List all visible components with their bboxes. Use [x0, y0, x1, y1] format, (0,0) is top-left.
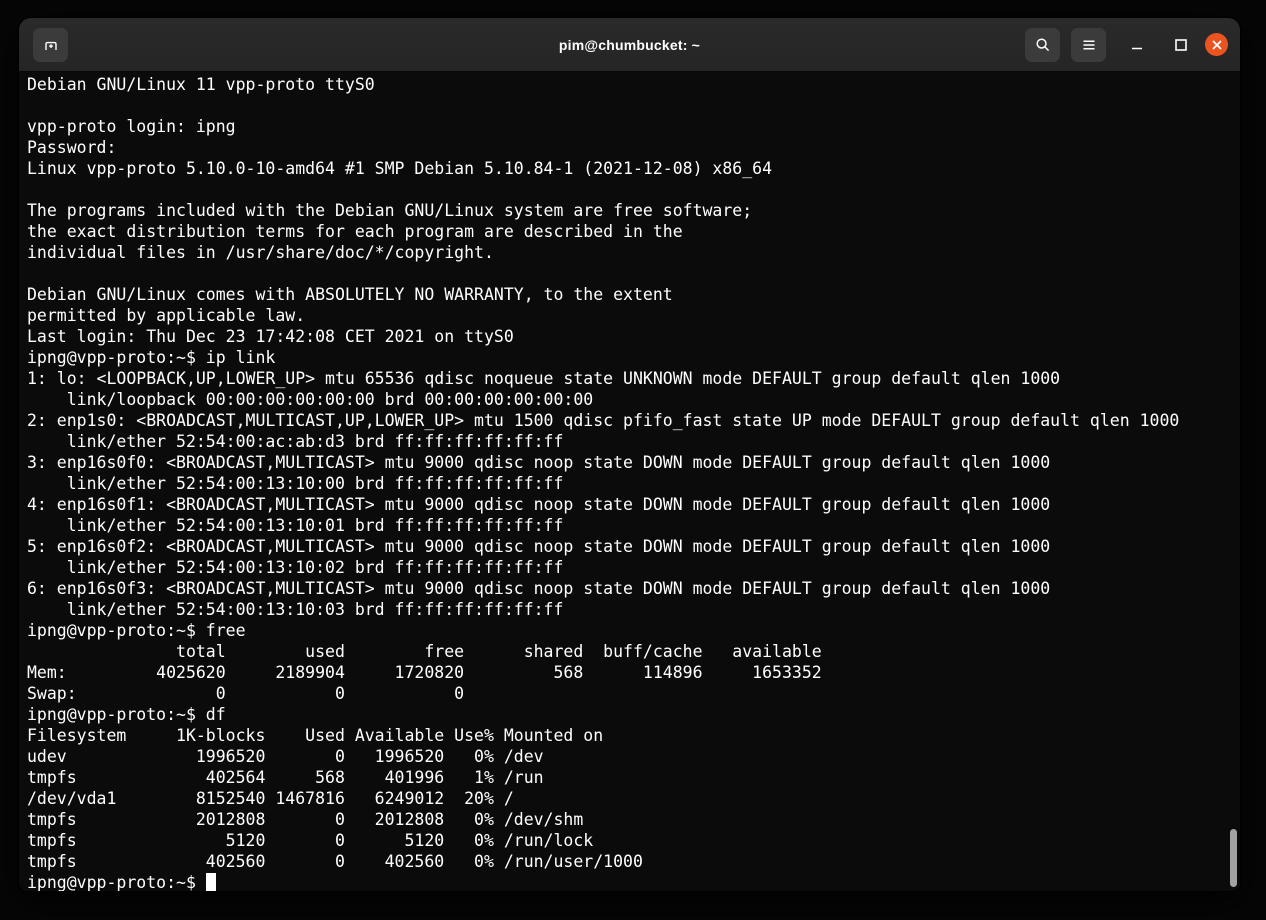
maximize-button[interactable]: [1168, 28, 1194, 62]
terminal-line: tmpfs 402564 568 401996 1% /run: [27, 767, 1240, 788]
terminal-line: udev 1996520 0 1996520 0% /dev: [27, 746, 1240, 767]
terminal-line: tmpfs 402560 0 402560 0% /run/user/1000: [27, 851, 1240, 872]
titlebar: pim@chumbucket: ~: [19, 18, 1240, 72]
terminal-line: 4: enp16s0f1: <BROADCAST,MULTICAST> mtu …: [27, 494, 1240, 515]
square-icon: [1173, 37, 1189, 53]
dash-icon: [1129, 37, 1145, 53]
terminal-line: Linux vpp-proto 5.10.0-10-amd64 #1 SMP D…: [27, 158, 1240, 179]
close-button[interactable]: [1205, 33, 1228, 56]
terminal-line: 6: enp16s0f3: <BROADCAST,MULTICAST> mtu …: [27, 578, 1240, 599]
hamburger-icon: [1080, 36, 1098, 54]
search-button[interactable]: [1025, 28, 1060, 62]
x-icon: [1205, 33, 1228, 56]
terminal-screen[interactable]: Debian GNU/Linux 11 vpp-proto ttyS0 vpp-p…: [19, 72, 1240, 891]
terminal-line: Mem: 4025620 2189904 1720820 568 114896 …: [27, 662, 1240, 683]
titlebar-controls: [1025, 18, 1228, 71]
terminal-line: the exact distribution terms for each pr…: [27, 221, 1240, 242]
terminal-line: individual files in /usr/share/doc/*/cop…: [27, 242, 1240, 263]
terminal-window: pim@chumbucket: ~: [19, 18, 1240, 891]
terminal-line: 3: enp16s0f0: <BROADCAST,MULTICAST> mtu …: [27, 452, 1240, 473]
terminal-line: link/ether 52:54:00:13:10:01 brd ff:ff:f…: [27, 515, 1240, 536]
terminal-line: ipng@vpp-proto:~$ df: [27, 704, 1240, 725]
terminal-line: link/ether 52:54:00:ac:ab:d3 brd ff:ff:f…: [27, 431, 1240, 452]
terminal-line: Debian GNU/Linux comes with ABSOLUTELY N…: [27, 284, 1240, 305]
terminal-line: Filesystem 1K-blocks Used Available Use%…: [27, 725, 1240, 746]
terminal-line: 5: enp16s0f2: <BROADCAST,MULTICAST> mtu …: [27, 536, 1240, 557]
terminal-line: 2: enp1s0: <BROADCAST,MULTICAST,UP,LOWER…: [27, 410, 1240, 431]
terminal-line: tmpfs 2012808 0 2012808 0% /dev/shm: [27, 809, 1240, 830]
new-tab-button[interactable]: [33, 28, 68, 62]
terminal-line: [27, 179, 1240, 200]
terminal-line: link/loopback 00:00:00:00:00:00 brd 00:0…: [27, 389, 1240, 410]
terminal-line: ipng@vpp-proto:~$: [27, 872, 1240, 891]
terminal-line: vpp-proto login: ipng: [27, 116, 1240, 137]
terminal-line: link/ether 52:54:00:13:10:03 brd ff:ff:f…: [27, 599, 1240, 620]
terminal-line: [27, 263, 1240, 284]
cursor: [206, 873, 216, 892]
terminal-line: [27, 95, 1240, 116]
scrollbar-thumb[interactable]: [1230, 829, 1237, 887]
menu-button[interactable]: [1071, 28, 1106, 62]
terminal-line: 1: lo: <LOOPBACK,UP,LOWER_UP> mtu 65536 …: [27, 368, 1240, 389]
terminal-output: Debian GNU/Linux 11 vpp-proto ttyS0 vpp-p…: [27, 74, 1240, 891]
magnifier-icon: [1034, 36, 1052, 54]
minimize-button[interactable]: [1124, 28, 1150, 62]
terminal-line: Password:: [27, 137, 1240, 158]
terminal-line: permitted by applicable law.: [27, 305, 1240, 326]
terminal-line: link/ether 52:54:00:13:10:02 brd ff:ff:f…: [27, 557, 1240, 578]
terminal-line: The programs included with the Debian GN…: [27, 200, 1240, 221]
terminal-line: Swap: 0 0 0: [27, 683, 1240, 704]
terminal-line: total used free shared buff/cache availa…: [27, 641, 1240, 662]
terminal-line: link/ether 52:54:00:13:10:00 brd ff:ff:f…: [27, 473, 1240, 494]
terminal-line: /dev/vda1 8152540 1467816 6249012 20% /: [27, 788, 1240, 809]
terminal-line: ipng@vpp-proto:~$ free: [27, 620, 1240, 641]
terminal-line: tmpfs 5120 0 5120 0% /run/lock: [27, 830, 1240, 851]
terminal-line: Last login: Thu Dec 23 17:42:08 CET 2021…: [27, 326, 1240, 347]
terminal-line: Debian GNU/Linux 11 vpp-proto ttyS0: [27, 74, 1240, 95]
terminal-line: ipng@vpp-proto:~$ ip link: [27, 347, 1240, 368]
tab-plus-icon: [42, 36, 60, 54]
